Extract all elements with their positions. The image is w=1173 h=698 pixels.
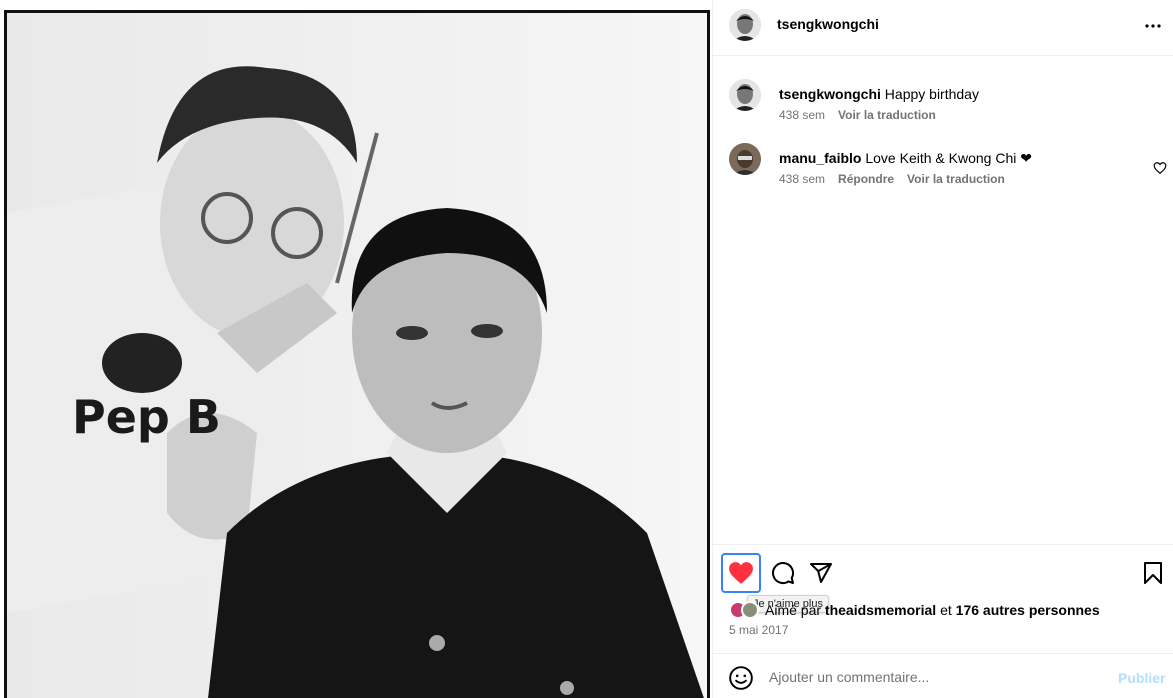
unlike-button[interactable]: Je n'aime plus xyxy=(721,553,829,613)
publish-button[interactable]: Publier xyxy=(1118,670,1165,686)
more-options-icon[interactable] xyxy=(1141,14,1165,38)
comment-like-icon[interactable] xyxy=(1153,161,1167,175)
comment-composer: Publier xyxy=(713,653,1173,698)
comment-age[interactable]: 438 sem xyxy=(779,172,825,186)
author-avatar-image xyxy=(729,9,761,41)
comment-body: Love Keith & Kwong Chi ❤ xyxy=(865,150,1032,166)
author-avatar[interactable] xyxy=(729,9,761,41)
likes-conj: et xyxy=(940,602,952,618)
likes-others[interactable]: 176 autres personnes xyxy=(956,602,1100,618)
comment-icon xyxy=(772,562,795,585)
comment-avatar-image xyxy=(729,143,761,175)
photo-image: Pep B xyxy=(7,13,707,698)
post-header: tsengkwongchi xyxy=(713,0,1173,56)
comment-button[interactable] xyxy=(763,553,803,593)
svg-text:Pep B: Pep B xyxy=(72,390,221,444)
emoji-icon[interactable] xyxy=(728,665,754,691)
post-photo[interactable]: Pep B xyxy=(4,10,710,698)
post-sidebar: tsengkwongchi tsengkwongchi Happy birthd… xyxy=(712,0,1173,698)
comment-meta: 438 sem Voir la traduction xyxy=(779,108,936,122)
comment-item: tsengkwongchi Happy birthday 438 sem Voi… xyxy=(713,79,1173,139)
comment-text: manu_faiblo Love Keith & Kwong Chi ❤ xyxy=(779,149,1032,167)
liker-avatar xyxy=(741,601,759,619)
comment-avatar[interactable] xyxy=(729,143,761,175)
comment-item: manu_faiblo Love Keith & Kwong Chi ❤ 438… xyxy=(713,143,1173,203)
comment-input[interactable] xyxy=(769,664,1109,690)
bookmark-icon xyxy=(1144,562,1162,584)
likes-text: Aimé par theaidsmemorial et 176 autres p… xyxy=(765,602,1100,618)
likes-summary: Aimé par theaidsmemorial et 176 autres p… xyxy=(729,601,1100,619)
author-username[interactable]: tsengkwongchi xyxy=(777,16,879,32)
likes-prefix: Aimé par xyxy=(765,602,822,618)
send-icon xyxy=(810,563,832,583)
comment-username[interactable]: manu_faiblo xyxy=(779,150,861,166)
post-dialog: Pep B tsengkwongchi tsengkwongchi Happy … xyxy=(0,0,1173,698)
heart-filled-icon xyxy=(729,562,753,584)
comment-username[interactable]: tsengkwongchi xyxy=(779,86,881,102)
comment-age[interactable]: 438 sem xyxy=(779,108,825,122)
comment-avatar[interactable] xyxy=(729,79,761,111)
comment-body: Happy birthday xyxy=(884,86,979,102)
reply-link[interactable]: Répondre xyxy=(838,172,894,186)
post-actions: Je n'aime plus Aimé par theaidsmemorial … xyxy=(713,544,1173,652)
share-button[interactable] xyxy=(801,553,841,593)
post-media: Pep B xyxy=(0,0,712,698)
comment-meta: 438 sem Répondre Voir la traduction xyxy=(779,172,1005,186)
translate-link[interactable]: Voir la traduction xyxy=(907,172,1005,186)
likes-user[interactable]: theaidsmemorial xyxy=(825,602,936,618)
comment-avatar-image xyxy=(729,79,761,111)
comment-text: tsengkwongchi Happy birthday xyxy=(779,85,979,103)
save-button[interactable] xyxy=(1133,553,1173,593)
translate-link[interactable]: Voir la traduction xyxy=(838,108,936,122)
post-date[interactable]: 5 mai 2017 xyxy=(729,623,788,637)
